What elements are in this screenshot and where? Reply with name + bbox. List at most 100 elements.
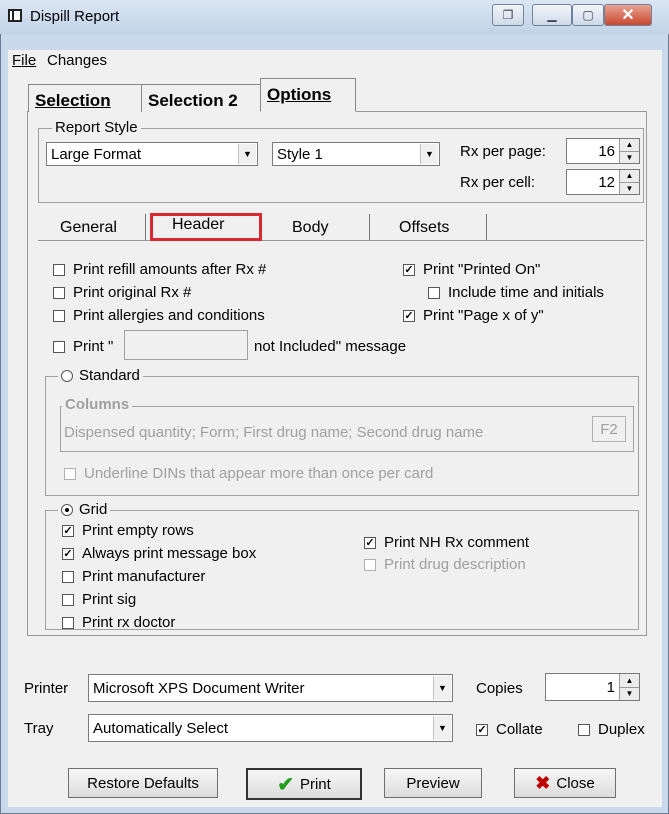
- restore-icon[interactable]: ❐: [492, 4, 524, 26]
- spin-down-icon[interactable]: ▼: [620, 151, 639, 163]
- not-included-checkbox[interactable]: Print ": [53, 338, 113, 355]
- checkbox-box: [578, 723, 590, 736]
- tab-options[interactable]: Options: [260, 78, 356, 112]
- copies-spinner[interactable]: 1 ▲ ▼: [545, 673, 640, 701]
- columns-text: Dispensed quantity; Form; First drug nam…: [64, 424, 484, 441]
- original-rx-checkbox[interactable]: Print original Rx #: [53, 284, 191, 301]
- original-rx-label: Print original Rx #: [73, 284, 192, 301]
- subtab-divider: [369, 214, 370, 240]
- checkbox-box: [53, 263, 65, 276]
- title-bar[interactable]: Dispill Report ❐ ▁ ▢ ✕: [0, 0, 669, 34]
- tab-selection-2-label: Selection 2: [148, 91, 238, 110]
- checkbox-box: [53, 340, 65, 353]
- message-box-checkbox[interactable]: ✓ Always print message box: [62, 545, 256, 562]
- duplex-label: Duplex: [598, 721, 645, 738]
- include-time-checkbox[interactable]: Include time and initials: [428, 284, 604, 301]
- grid-label: Grid: [79, 501, 108, 518]
- not-included-label: not Included" message: [254, 338, 407, 355]
- checkbox-box: [62, 570, 74, 583]
- report-style-legend: Report Style: [52, 119, 141, 136]
- restore-defaults-button[interactable]: Restore Defaults: [68, 768, 218, 798]
- manufacturer-label: Print manufacturer: [82, 568, 206, 585]
- rx-per-cell-label: Rx per cell:: [460, 174, 536, 191]
- print-button[interactable]: ✔ Print: [246, 768, 362, 800]
- menu-changes-label: Changes: [47, 52, 108, 69]
- allergies-checkbox[interactable]: Print allergies and conditions: [53, 307, 265, 324]
- printed-on-checkbox[interactable]: ✓ Print "Printed On": [403, 261, 540, 278]
- rx-per-page-label: Rx per page:: [460, 143, 546, 160]
- spin-up-icon[interactable]: ▲: [620, 674, 639, 688]
- printer-label: Printer: [24, 680, 69, 697]
- radio-button: [61, 369, 73, 382]
- standard-radio[interactable]: Standard: [58, 367, 143, 384]
- close-icon: ✖: [535, 772, 551, 793]
- tab-selection[interactable]: Selection: [28, 84, 142, 112]
- checkmark-icon: ✓: [62, 524, 74, 537]
- collate-checkbox[interactable]: ✓ Collate: [476, 721, 543, 738]
- subtab-general[interactable]: General: [60, 219, 117, 237]
- rx-per-cell-spinner[interactable]: 12 ▲ ▼: [566, 169, 640, 195]
- subtab-header[interactable]: Header: [172, 216, 224, 234]
- underline-dins-label: Underline DINs that appear more than onc…: [84, 465, 434, 482]
- preview-button[interactable]: Preview: [384, 768, 482, 798]
- close-label: Close: [556, 774, 595, 792]
- spin-up-icon[interactable]: ▲: [620, 139, 639, 152]
- tab-options-label: Options: [267, 85, 332, 104]
- rx-per-page-spinner[interactable]: 16 ▲ ▼: [566, 138, 640, 164]
- tray-label: Tray: [24, 720, 54, 737]
- printer-value: Microsoft XPS Document Writer: [93, 679, 305, 697]
- preview-label: Preview: [406, 774, 460, 792]
- restore-defaults-label: Restore Defaults: [87, 774, 199, 792]
- subtab-divider: [145, 214, 146, 240]
- f2-button[interactable]: F2: [592, 416, 626, 442]
- not-included-text-field[interactable]: [124, 330, 248, 360]
- refill-label: Print refill amounts after Rx #: [73, 261, 267, 278]
- empty-rows-checkbox[interactable]: ✓ Print empty rows: [62, 522, 194, 539]
- copies-value: 1: [606, 678, 615, 696]
- message-box-label: Always print message box: [82, 545, 257, 562]
- copies-label: Copies: [476, 680, 523, 697]
- checkbox-box: [428, 286, 440, 299]
- columns-legend: Columns: [62, 396, 133, 413]
- checkbox-box: [53, 309, 65, 322]
- window-title: Dispill Report: [30, 8, 120, 25]
- duplex-checkbox[interactable]: Duplex: [578, 721, 645, 738]
- spin-up-icon[interactable]: ▲: [620, 170, 639, 183]
- page-x-of-y-label: Print "Page x of y": [423, 307, 544, 324]
- menu-changes[interactable]: Changes: [47, 52, 107, 69]
- maximize-button[interactable]: ▢: [572, 4, 604, 26]
- subtab-offsets[interactable]: Offsets: [399, 219, 449, 237]
- menu-file[interactable]: File: [12, 52, 36, 69]
- printer-select[interactable]: Microsoft XPS Document Writer ▼: [88, 674, 453, 702]
- print-label: Print: [299, 775, 331, 793]
- chevron-down-icon: ▼: [420, 144, 438, 164]
- tab-selection-label: Selection: [35, 91, 111, 110]
- checkmark-icon: ✓: [364, 536, 376, 549]
- tray-select[interactable]: Automatically Select ▼: [88, 714, 453, 742]
- checkbox-box: [62, 593, 74, 606]
- refill-checkbox[interactable]: Print refill amounts after Rx #: [53, 261, 266, 278]
- format-select[interactable]: Large Format ▼: [46, 142, 258, 166]
- style-select[interactable]: Style 1 ▼: [272, 142, 440, 166]
- page-x-of-y-checkbox[interactable]: ✓ Print "Page x of y": [403, 307, 544, 324]
- chevron-down-icon: ▼: [433, 676, 451, 700]
- checkmark-icon: ✓: [476, 723, 488, 736]
- sig-label: Print sig: [82, 591, 137, 608]
- checkmark-icon: ✓: [403, 263, 415, 276]
- radio-button: [61, 503, 73, 516]
- rx-doctor-checkbox[interactable]: Print rx doctor: [62, 614, 175, 631]
- window-close-button[interactable]: ✕: [604, 4, 652, 26]
- collate-label: Collate: [496, 721, 543, 738]
- underline-dins-checkbox[interactable]: Underline DINs that appear more than onc…: [64, 465, 433, 482]
- subtab-body[interactable]: Body: [292, 219, 328, 237]
- close-button[interactable]: ✖ Close: [514, 768, 616, 798]
- spin-down-icon[interactable]: ▼: [620, 687, 639, 700]
- spin-down-icon[interactable]: ▼: [620, 182, 639, 194]
- drug-description-checkbox[interactable]: Print drug description: [364, 556, 526, 573]
- nh-comment-checkbox[interactable]: ✓ Print NH Rx comment: [364, 534, 529, 551]
- manufacturer-checkbox[interactable]: Print manufacturer: [62, 568, 205, 585]
- sig-checkbox[interactable]: Print sig: [62, 591, 136, 608]
- grid-radio[interactable]: Grid: [58, 501, 111, 518]
- tab-selection-2[interactable]: Selection 2: [141, 84, 261, 112]
- minimize-button[interactable]: ▁: [532, 4, 572, 26]
